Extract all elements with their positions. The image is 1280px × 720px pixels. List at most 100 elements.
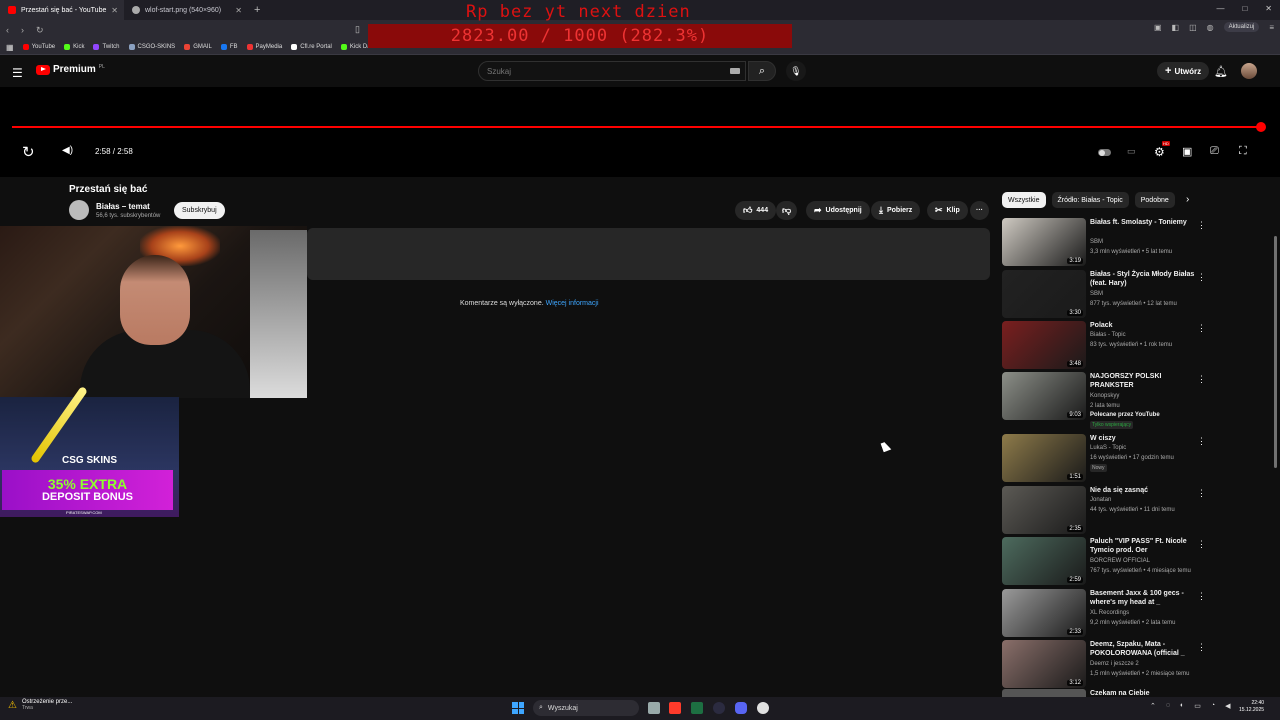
- recommendation-channel[interactable]: LukaS - Topic: [1090, 445, 1126, 451]
- more-vertical-icon[interactable]: ⋮: [1197, 642, 1206, 653]
- recommendation-channel[interactable]: XL Recordings: [1090, 610, 1129, 616]
- more-vertical-icon[interactable]: ⋮: [1197, 539, 1206, 550]
- progress-scrubber[interactable]: [1256, 122, 1266, 132]
- recommendation-item[interactable]: 2:33 Basement Jaxx & 100 gecs - where's …: [1002, 589, 1206, 637]
- chevron-up-icon[interactable]: ⌃: [1150, 702, 1156, 710]
- subtitles-icon[interactable]: ▭: [1127, 146, 1136, 157]
- hamburger-menu-icon[interactable]: ☰: [12, 66, 23, 80]
- maximize-icon[interactable]: □: [1242, 4, 1247, 13]
- recommendation-item[interactable]: 3:19 Białas ft. Smolasty - Toniemy SBM 3…: [1002, 218, 1206, 266]
- cast-icon[interactable]: ⎚: [1210, 145, 1219, 158]
- recommendation-thumbnail[interactable]: 2:33: [1002, 589, 1086, 637]
- recommendation-thumbnail[interactable]: 3:48: [1002, 321, 1086, 369]
- recommendation-item[interactable]: 3:48 Polack Białas - Topic 83 tys. wyświ…: [1002, 321, 1206, 369]
- minimize-icon[interactable]: —: [1216, 4, 1224, 13]
- recommendation-title[interactable]: NAJGORSZY POLSKI PRANKSTER: [1090, 372, 1196, 390]
- tab-image[interactable]: wlof-start.png (540×960) ✕: [124, 0, 248, 20]
- autoplay-toggle[interactable]: [1098, 149, 1111, 156]
- search-input[interactable]: [478, 61, 746, 81]
- obs-icon[interactable]: [713, 702, 725, 714]
- volume-icon[interactable]: ◀): [62, 145, 73, 156]
- more-vertical-icon[interactable]: ⋮: [1197, 220, 1206, 231]
- create-button[interactable]: + Utwórz: [1157, 62, 1210, 80]
- page-scrollbar[interactable]: [1274, 236, 1277, 468]
- speaker-icon[interactable]: ◀: [1225, 702, 1230, 710]
- search-button[interactable]: ⌕: [748, 61, 776, 81]
- sidebar-icon[interactable]: ◧: [1172, 23, 1180, 32]
- recommendation-item[interactable]: 9:03 NAJGORSZY POLSKI PRANKSTER Konopsky…: [1002, 372, 1206, 429]
- more-vertical-icon[interactable]: ⋮: [1197, 323, 1206, 334]
- recommendation-thumbnail[interactable]: 3:30: [1002, 270, 1086, 318]
- tab-youtube[interactable]: Przestań się bać - YouTube ✕: [0, 0, 124, 20]
- recommendation-thumbnail[interactable]: 9:03: [1002, 372, 1086, 420]
- discord-icon[interactable]: [735, 702, 747, 714]
- settings-gear-icon[interactable]: ⚙: [1154, 145, 1165, 159]
- battery-icon[interactable]: ▭: [1194, 702, 1201, 710]
- more-vertical-icon[interactable]: ⋮: [1197, 272, 1206, 283]
- recommendation-title[interactable]: Białas - Styl Życia Młody Białas (feat. …: [1090, 270, 1196, 288]
- recommendation-item[interactable]: 2:35 Nie da się zasnąć Jonatan 44 tys. w…: [1002, 486, 1206, 534]
- recommendation-channel[interactable]: SBM: [1090, 239, 1103, 245]
- voice-search-button[interactable]: 🎙: [786, 61, 806, 81]
- recommendation-channel[interactable]: SBM: [1090, 291, 1103, 297]
- download-button[interactable]: ⤓ Pobierz: [871, 201, 921, 220]
- wallet-icon[interactable]: ◫: [1189, 23, 1197, 32]
- clip-button[interactable]: ✂ Klip: [927, 201, 968, 220]
- recommendation-title[interactable]: Nie da się zasnąć: [1090, 486, 1196, 495]
- chip-source[interactable]: Źródło: Białas - Topic: [1051, 192, 1129, 208]
- more-info-link[interactable]: Więcej informacji: [546, 300, 599, 307]
- reload-icon[interactable]: ↻: [36, 25, 44, 36]
- taskbar-search[interactable]: ⌕ Wyszukaj: [533, 700, 639, 716]
- taskbar-notification[interactable]: ⚠ Ostrzeżenie prze... Trwa: [8, 699, 72, 711]
- share-button[interactable]: ➦ Udostępnij: [806, 201, 870, 220]
- network-icon[interactable]: ◌: [1166, 702, 1170, 710]
- more-vertical-icon[interactable]: ⋮: [1197, 436, 1206, 447]
- subscribe-button[interactable]: Subskrybuj: [174, 202, 225, 219]
- description-box[interactable]: [307, 228, 990, 280]
- recommendation-item[interactable]: 1:51 W ciszy LukaS - Topic 16 wyświetleń…: [1002, 434, 1206, 482]
- file-explorer-icon[interactable]: [648, 702, 660, 714]
- recommendation-item[interactable]: 3:30 Białas - Styl Życia Młody Białas (f…: [1002, 270, 1206, 318]
- recommendation-thumbnail[interactable]: 3:19: [1002, 218, 1086, 266]
- bookmark-icon[interactable]: ▯: [355, 24, 360, 35]
- close-tab-icon[interactable]: ✕: [235, 6, 242, 15]
- vpn-icon[interactable]: ◍: [1207, 23, 1214, 32]
- recommendation-title[interactable]: Czekam na Ciebie: [1090, 690, 1150, 697]
- youtube-logo[interactable]: Premium PL: [36, 64, 105, 75]
- close-window-icon[interactable]: ✕: [1265, 4, 1272, 13]
- more-vertical-icon[interactable]: ⋮: [1197, 488, 1206, 499]
- recommendation-item[interactable]: 2:59 Paluch "VIP PASS" Ft. Nicole Tymcio…: [1002, 537, 1206, 585]
- more-vertical-icon[interactable]: ⋮: [1197, 591, 1206, 602]
- taskbar-clock[interactable]: 22:40 15.12.2025: [1239, 700, 1264, 714]
- recommendation-channel[interactable]: Jonatan: [1090, 497, 1111, 503]
- recommendation-title[interactable]: Białas ft. Smolasty - Toniemy: [1090, 218, 1196, 227]
- windows-start-icon[interactable]: [512, 702, 524, 714]
- fullscreen-icon[interactable]: ⛶: [1239, 145, 1247, 158]
- bookmark-item[interactable]: Twitch: [93, 44, 120, 50]
- bookmark-item[interactable]: PayMedia: [246, 44, 282, 50]
- keyboard-icon[interactable]: [730, 68, 740, 74]
- chevron-right-icon[interactable]: ›: [1186, 194, 1189, 205]
- like-button[interactable]: 👍︎ 444: [735, 201, 777, 220]
- bookmark-item[interactable]: GMAIL: [184, 44, 212, 50]
- chip-all[interactable]: Wszystkie: [1002, 192, 1046, 208]
- replay-icon[interactable]: ↻: [22, 143, 35, 161]
- recommendation-channel[interactable]: Deemz i jeszcze 2: [1090, 661, 1139, 667]
- recommendation-channel[interactable]: Białas - Topic: [1090, 332, 1126, 338]
- recommendation-title[interactable]: Paluch "VIP PASS" Ft. Nicole Tymcio prod…: [1090, 537, 1196, 555]
- account-avatar[interactable]: [1241, 63, 1257, 79]
- recommendation-thumbnail[interactable]: 2:59: [1002, 537, 1086, 585]
- recommendation-thumbnail[interactable]: 1:51: [1002, 434, 1086, 482]
- new-tab-button[interactable]: +: [254, 4, 260, 16]
- recommendation-title[interactable]: Deemz, Szpaku, Mata - POKOLOROWANA (offi…: [1090, 640, 1196, 658]
- recommendation-item[interactable]: 3:12 Deemz, Szpaku, Mata - POKOLOROWANA …: [1002, 640, 1206, 688]
- dislike-button[interactable]: 👎︎: [776, 201, 798, 220]
- update-button[interactable]: Aktualizuj: [1223, 22, 1260, 32]
- brave-browser-icon[interactable]: [669, 702, 681, 714]
- recommendation-title[interactable]: W ciszy: [1090, 434, 1196, 443]
- excel-icon[interactable]: [691, 702, 703, 714]
- bookmark-item[interactable]: YouTube: [22, 44, 55, 50]
- close-tab-icon[interactable]: ✕: [111, 6, 118, 15]
- recommendation-channel[interactable]: BORCREW OFFICIAL: [1090, 558, 1150, 564]
- recommendation-thumbnail[interactable]: 2:35: [1002, 486, 1086, 534]
